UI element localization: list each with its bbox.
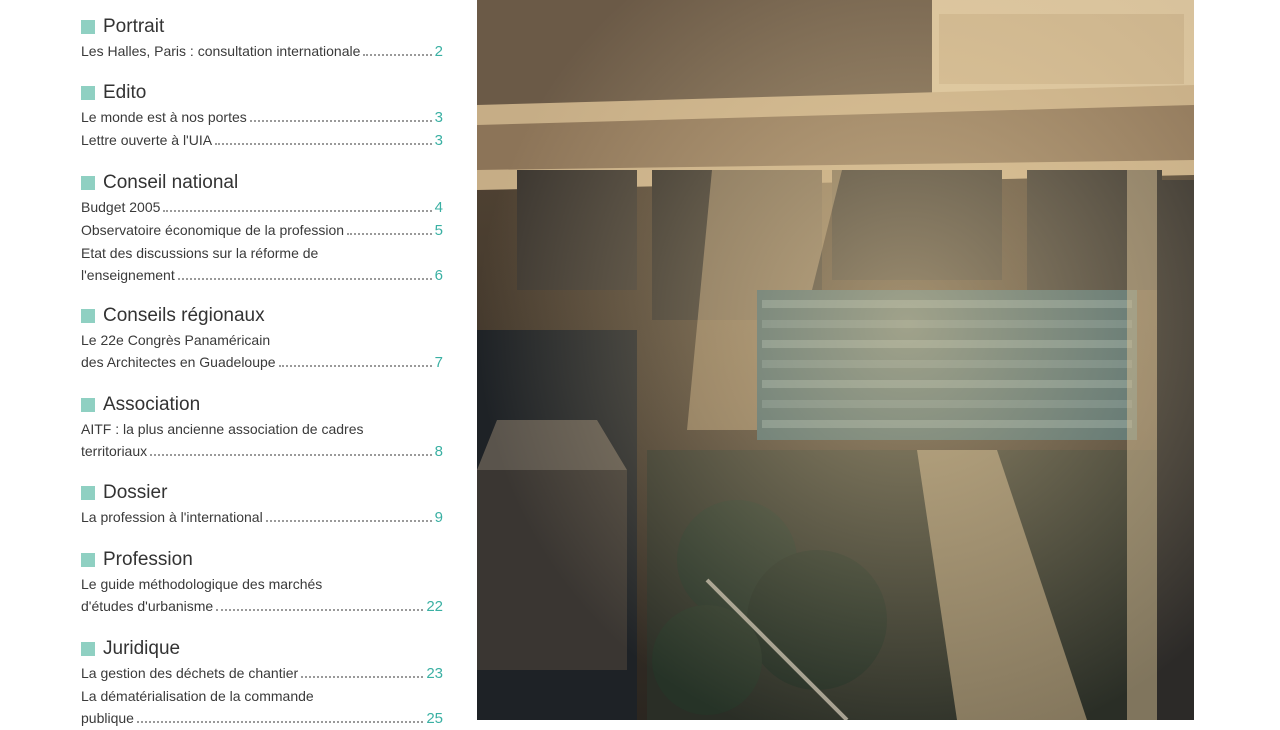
page-number: 2 [434,43,443,60]
section-title: Association [103,394,201,415]
toc-entry-line: La dématérialisation de la commande [81,688,314,704]
bullet-square-icon [81,642,95,656]
page-number: 8 [434,443,443,460]
page-number: 25 [426,710,443,727]
page-number: 3 [434,132,443,149]
section-title: Edito [103,82,147,103]
aerial-night-photo [477,0,1194,720]
toc-entry[interactable]: Lettre ouverte à l'UIA 3 [81,129,443,152]
toc-entry[interactable]: La gestion des déchets de chantier 23 [81,662,443,685]
section-conseil-national: Conseil national Budget 2005 4 Observatoi… [81,170,443,303]
bullet-square-icon [81,20,95,34]
page-number: 7 [434,354,443,371]
bullet-square-icon [81,486,95,500]
toc-entry[interactable]: Budget 2005 4 [81,196,443,219]
page-number: 4 [434,199,443,216]
page-number: 23 [426,665,443,682]
bullet-square-icon [81,553,95,567]
bullet-square-icon [81,309,95,323]
toc-entry[interactable]: d'études d'urbanisme 22 [81,595,443,618]
page-number: 3 [434,109,443,126]
toc-entry-line: Le guide méthodologique des marchés [81,576,323,592]
section-title: Conseil national [103,172,239,193]
toc-entry-line: Le 22e Congrès Panaméricain [81,332,271,348]
section-title: Juridique [103,638,181,659]
table-of-contents: Portrait Les Halles, Paris : consultatio… [81,14,443,730]
section-portrait: Portrait Les Halles, Paris : consultatio… [81,14,443,80]
section-association: Association AITF : la plus ancienne asso… [81,392,443,480]
toc-entry[interactable]: publique 25 [81,707,443,730]
toc-entry[interactable]: territoriaux 8 [81,440,443,463]
section-title: Portrait [103,16,165,37]
section-conseils-regionaux: Conseils régionaux Le 22e Congrès Panamé… [81,303,443,392]
toc-entry[interactable]: Observatoire économique de la profession… [81,219,443,242]
toc-entry-line: AITF : la plus ancienne association de c… [81,421,364,437]
page-number: 5 [434,222,443,239]
toc-entry[interactable]: Les Halles, Paris : consultation interna… [81,40,443,63]
toc-entry[interactable]: des Architectes en Guadeloupe 7 [81,351,443,374]
toc-entry[interactable]: Le monde est à nos portes 3 [81,106,443,129]
section-title: Profession [103,549,193,570]
bullet-square-icon [81,176,95,190]
section-title: Dossier [103,482,168,503]
bullet-square-icon [81,86,95,100]
section-title: Conseils régionaux [103,305,265,326]
toc-entry-line: Etat des discussions sur la réforme de [81,245,319,261]
section-profession: Profession Le guide méthodologique des m… [81,547,443,636]
page-number: 22 [426,598,443,615]
section-edito: Edito Le monde est à nos portes 3 Lettre … [81,80,443,170]
section-dossier: Dossier La profession à l'international 9 [81,480,443,547]
page-number: 6 [434,267,443,284]
section-juridique: Juridique La gestion des déchets de chan… [81,636,443,730]
bullet-square-icon [81,398,95,412]
page-number: 9 [434,509,443,526]
toc-entry[interactable]: La profession à l'international 9 [81,506,443,529]
toc-entry[interactable]: l'enseignement 6 [81,264,443,287]
